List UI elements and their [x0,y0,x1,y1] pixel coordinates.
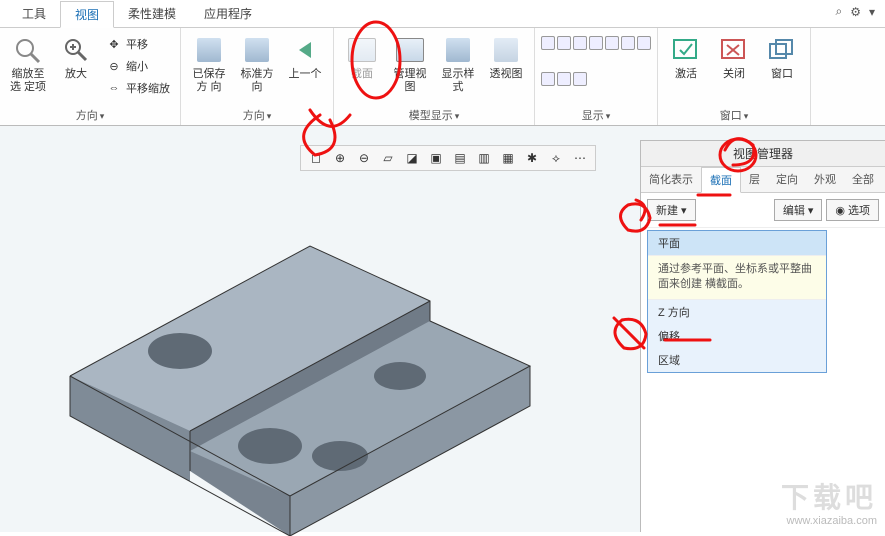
dd-plane-desc: 通过参考平面、坐标系或平整曲面来创建 横截面。 [648,255,826,300]
pan-icon: ✥ [106,36,122,52]
tab-tools[interactable]: 工具 [8,1,60,26]
rtab-appear[interactable]: 外观 [806,167,844,192]
manage-view-icon [394,34,426,66]
window-icon [766,34,798,66]
window-button[interactable]: 窗口 [760,30,804,85]
edit-button[interactable]: 编辑▾ [774,199,823,221]
gear-icon: ◉ [835,204,845,217]
qt-annot-icon[interactable]: ✱ [523,149,541,167]
pan-zoom-button[interactable]: ⇔平移缩放 [102,78,174,98]
zoom-out-button[interactable]: ⊖缩小 [102,56,174,76]
close-button[interactable]: 关闭 [712,30,756,85]
disp-icon-9[interactable] [557,72,571,86]
qt-csys-icon[interactable]: ⟡ [547,149,565,167]
display-style-icon [442,34,474,66]
activate-button[interactable]: 激活 [664,30,708,85]
std-orient-button[interactable]: 标准方向 [235,30,279,98]
manage-view-button[interactable]: 管理视图 [388,30,432,98]
new-button[interactable]: 新建▾ [647,199,696,221]
disp-icon-10[interactable] [573,72,587,86]
zoom-to-selection-button[interactable]: 缩放至选 定项 [6,30,50,98]
qt-shade-icon[interactable]: ◪ [403,149,421,167]
tab-view[interactable]: 视图 [60,1,114,28]
group-label: 窗口▾ [664,105,804,125]
display-style-button[interactable]: 显示样式 [436,30,480,98]
disp-icon-4[interactable] [589,36,603,50]
panel-title: 视图管理器 [641,141,885,167]
qt-zoomout-icon[interactable]: ⊖ [355,149,373,167]
section-icon [346,34,378,66]
back-icon [289,34,321,66]
qt-more-icon[interactable]: ⋯ [571,149,589,167]
close-icon [718,34,750,66]
rtab-layer[interactable]: 层 [741,167,768,192]
pan-button[interactable]: ✥平移 [102,34,174,54]
group-label: 模型显示▾ [340,105,528,125]
gear-icon[interactable]: ⚙ [850,5,861,19]
zoom-out-icon: ⊖ [106,58,122,74]
disp-icon-1[interactable] [541,36,555,50]
disp-icon-3[interactable] [573,36,587,50]
rtab-all[interactable]: 全部 [844,167,882,192]
rtab-simple[interactable]: 简化表示 [641,167,701,192]
disp-icon-2[interactable] [557,36,571,50]
tab-flex[interactable]: 柔性建模 [114,1,190,26]
dd-offset[interactable]: 偏移 [648,324,826,348]
disp-icon-5[interactable] [605,36,619,50]
chevron-down-icon: ▾ [808,204,814,217]
group-label: 显示▾ [541,105,651,125]
cube-icon [193,34,225,66]
options-button[interactable]: ◉选项 [826,199,879,221]
qt-layer-icon[interactable]: ▦ [499,149,517,167]
disp-icon-6[interactable] [621,36,635,50]
qt-wire-icon[interactable]: ▣ [427,149,445,167]
zoom-in-button[interactable]: 放大 [54,30,98,85]
search-icon[interactable]: ⌕ [835,4,842,19]
quick-toolbar: ◻ ⊕ ⊖ ▱ ◪ ▣ ▤ ▥ ▦ ✱ ⟡ ⋯ [300,145,596,171]
qt-section-icon[interactable]: ▥ [475,149,493,167]
chevron-down-icon: ▾ [681,204,687,217]
disp-icon-7[interactable] [637,36,651,50]
group-label: 方向▾ [6,105,174,125]
dd-zdir[interactable]: Z 方向 [648,300,826,324]
qt-hidden-icon[interactable]: ▤ [451,149,469,167]
cube-icon [241,34,273,66]
ribbon: 缩放至选 定项 放大 ✥平移 ⊖缩小 ⇔平移缩放 方向▾ 已保存方 向 标准方向… [0,28,885,126]
perspective-icon [490,34,522,66]
rtab-orient[interactable]: 定向 [768,167,806,192]
dd-plane[interactable]: 平面 [648,231,826,255]
qt-refit-icon[interactable]: ▱ [379,149,397,167]
group-label: 方向▾ [187,105,327,125]
qt-fit-icon[interactable]: ◻ [307,149,325,167]
disp-icon-8[interactable] [541,72,555,86]
activate-icon [670,34,702,66]
dd-region[interactable]: 区域 [648,348,826,372]
pan-zoom-icon: ⇔ [106,80,122,96]
tab-app[interactable]: 应用程序 [190,1,266,26]
new-dropdown: 平面 通过参考平面、坐标系或平整曲面来创建 横截面。 Z 方向 偏移 区域 [647,230,827,373]
rtab-section[interactable]: 截面 [701,167,741,193]
saved-orient-button[interactable]: 已保存方 向 [187,30,231,98]
prev-button[interactable]: 上一个 [283,30,327,85]
view-manager-panel: 视图管理器 简化表示 截面 层 定向 外观 全部 新建▾ 编辑▾ ◉选项 平面 … [640,140,885,532]
model-part [30,176,550,536]
dropdown-icon[interactable]: ▾ [869,5,875,19]
perspective-button[interactable]: 透视图 [484,30,528,85]
qt-zoomin-icon[interactable]: ⊕ [331,149,349,167]
magnifier-icon [12,34,44,66]
section-button[interactable]: 截面 [340,30,384,85]
zoom-in-icon [60,34,92,66]
watermark: 下载吧 www.xiazaiba.com [781,481,877,528]
